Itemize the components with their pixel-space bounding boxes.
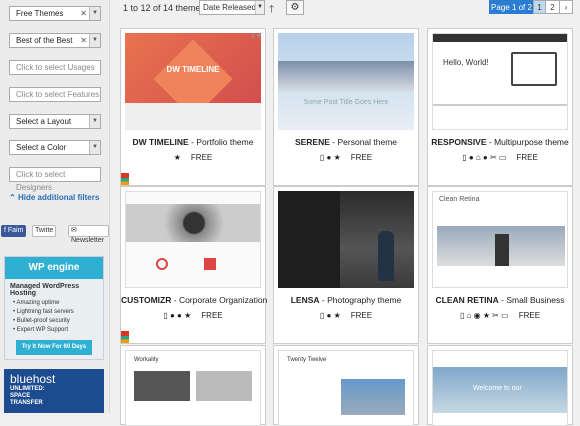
theme-thumbnail[interactable] xyxy=(125,191,261,288)
filter-color[interactable]: Select a Color ▼ xyxy=(9,140,101,155)
clear-icon[interactable]: ✕ xyxy=(80,7,87,20)
theme-features: ▯ ● ★ FREE xyxy=(319,311,373,320)
page-indicator: Page 1 of 2 xyxy=(489,0,534,14)
theme-card[interactable]: Some Post Title Goes Here SERENE - Perso… xyxy=(273,28,419,186)
theme-features: ▯ ⌂ ◉ ★ ✂ ▭ FREE xyxy=(459,311,541,320)
theme-thumbnail[interactable]: Hello, World! xyxy=(432,33,568,130)
chevron-down-icon[interactable]: ▼ xyxy=(89,115,100,128)
theme-name: DW TIMELINE - Portfolio theme xyxy=(132,137,254,147)
hide-filters-link[interactable]: ⌃ Hide additional filters xyxy=(9,193,99,202)
wpengine-ad[interactable]: WP engine Managed WordPress Hosting • Am… xyxy=(4,256,104,360)
ad-item: • Lightning fast servers xyxy=(13,309,74,315)
chevron-down-icon: ▼ xyxy=(255,1,264,14)
facebook-button[interactable]: f Faim xyxy=(1,225,27,237)
theme-name: RESPONSIVE - Multipurpose theme xyxy=(431,137,569,147)
theme-thumbnail[interactable] xyxy=(278,191,414,288)
filter-usages[interactable]: Click to select Usages xyxy=(9,60,101,75)
theme-thumbnail[interactable]: Twenty Twelve xyxy=(278,350,414,426)
chevron-down-icon[interactable]: ▼ xyxy=(89,7,100,20)
ad-cta-button[interactable]: Try It Now For 60 Days xyxy=(16,340,92,355)
result-count: 1 to 12 of 14 themes xyxy=(123,3,206,13)
next-page-button[interactable]: › xyxy=(559,0,573,14)
theme-features: ★ FREE xyxy=(173,153,213,162)
theme-card[interactable]: Workality xyxy=(120,345,266,426)
filter-free-themes[interactable]: Free Themes ✕ ▼ xyxy=(9,6,101,21)
theme-card[interactable]: Hello, World! RESPONSIVE - Multipurpose … xyxy=(427,28,573,186)
clear-icon[interactable]: ✕ xyxy=(80,34,87,47)
newsletter-button[interactable]: ✉ Newsletter xyxy=(68,225,109,244)
filter-sidebar: Free Themes ✕ ▼ Best of the Best ✕ ▼ Click t… xyxy=(0,0,110,413)
theme-name: CUSTOMIZR - Corporate Organization xyxy=(121,295,268,305)
results-toolbar: 1 to 12 of 14 themes Date Released ▼ 🡑 ⚙ … xyxy=(110,0,580,18)
theme-card[interactable]: LENSA - Photography theme ▯ ● ★ FREE xyxy=(273,186,419,344)
chevron-down-icon[interactable]: ▼ xyxy=(89,34,100,47)
bluehost-ad[interactable]: bluehost UNLIMITED: SPACE TRANSFER xyxy=(4,369,104,413)
heart-icon[interactable]: 4 ♥ xyxy=(251,33,261,40)
ad-item: • Expert WP Support xyxy=(13,327,69,333)
sort-select[interactable]: Date Released ▼ xyxy=(199,0,265,15)
bluehost-logo: bluehost xyxy=(10,372,56,386)
theme-thumbnail[interactable]: Welcome to our xyxy=(432,350,568,426)
filter-best-of-best[interactable]: Best of the Best ✕ ▼ xyxy=(9,33,101,48)
ad-item: • Amazing uptime xyxy=(13,300,60,306)
theme-thumbnail[interactable]: Workality xyxy=(125,350,261,426)
chevron-down-icon[interactable]: ▼ xyxy=(89,141,100,154)
pagination: Page 1 of 2 1 2 › xyxy=(489,0,573,14)
gear-icon[interactable]: ⚙ xyxy=(286,0,304,15)
filter-layout[interactable]: Select a Layout ▼ xyxy=(9,114,101,129)
theme-thumbnail[interactable]: Some Post Title Goes Here xyxy=(278,33,414,130)
filter-designers[interactable]: Click to select Designers xyxy=(9,167,101,192)
theme-card[interactable]: DW TIMELINE 4 ♥ DW TIMELINE - Portfolio … xyxy=(120,28,266,186)
theme-name: SERENE - Personal theme xyxy=(294,137,398,147)
theme-thumbnail[interactable]: DW TIMELINE xyxy=(125,33,261,130)
theme-name: LENSA - Photography theme xyxy=(290,295,402,305)
theme-card[interactable]: Twenty Twelve xyxy=(273,345,419,426)
theme-card[interactable]: CUSTOMIZR - Corporate Organization ▯ ● ●… xyxy=(120,186,268,344)
sort-direction-icon[interactable]: 🡑 xyxy=(269,2,274,19)
ad-item: • Bullet-proof security xyxy=(13,318,70,324)
ad-title: Managed WordPress Hosting xyxy=(10,283,80,297)
filter-features[interactable]: Click to select Features xyxy=(9,87,101,102)
theme-tag-icon xyxy=(121,331,129,343)
theme-name: CLEAN RETINA - Small Business xyxy=(435,295,565,305)
theme-card[interactable]: Clean Retina CLEAN RETINA - Small Busine… xyxy=(427,186,573,344)
theme-features: ▯ ● ⌂ ● ✂ ▭ FREE xyxy=(462,153,538,162)
wpengine-logo: WP engine xyxy=(5,257,103,279)
theme-tag-icon xyxy=(121,173,129,185)
theme-card[interactable]: Welcome to our xyxy=(427,345,573,426)
page-2-button[interactable]: 2 xyxy=(545,0,560,14)
theme-features: ▯ ● ★ FREE xyxy=(319,153,373,162)
theme-features: ▯ ● ● ★ FREE xyxy=(163,311,223,320)
twitter-button[interactable]: Twitte xyxy=(32,225,57,237)
theme-thumbnail[interactable]: Clean Retina xyxy=(432,191,568,288)
